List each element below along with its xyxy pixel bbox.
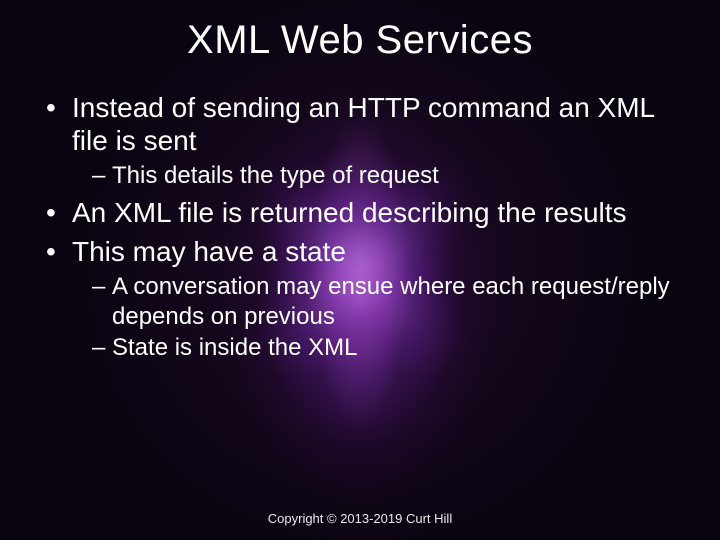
sub-list-item: State is inside the XML [92,333,680,362]
list-item-text: Instead of sending an HTTP command an XM… [72,92,654,156]
sub-list: This details the type of request [72,161,680,190]
sub-list-item-text: State is inside the XML [112,334,357,361]
sub-list-item: A conversation may ensue where each requ… [92,272,680,331]
list-item-text: An XML file is returned describing the r… [72,197,627,228]
sub-list-item-text: A conversation may ensue where each requ… [112,273,670,329]
bullet-list: Instead of sending an HTTP command an XM… [40,91,680,362]
list-item-text: This may have a state [72,236,346,267]
sub-list-item: This details the type of request [92,161,680,190]
slide-title: XML Web Services [40,18,680,63]
list-item: This may have a state A conversation may… [44,235,680,362]
list-item: An XML file is returned describing the r… [44,196,680,229]
list-item: Instead of sending an HTTP command an XM… [44,91,680,190]
sub-list-item-text: This details the type of request [112,162,439,189]
slide: XML Web Services Instead of sending an H… [0,0,720,540]
sub-list: A conversation may ensue where each requ… [72,272,680,362]
slide-content: XML Web Services Instead of sending an H… [0,0,720,540]
